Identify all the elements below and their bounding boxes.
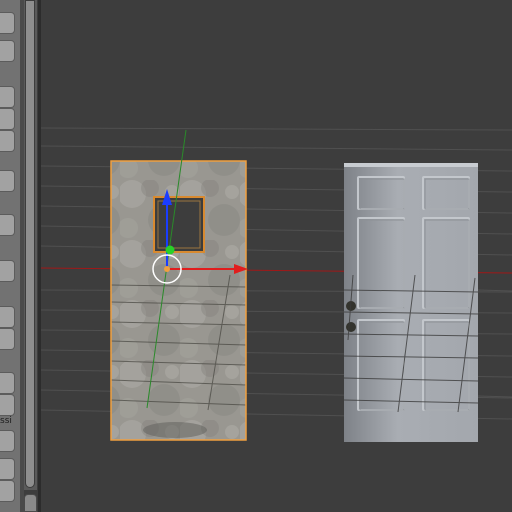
3d-viewport[interactable] (41, 0, 512, 512)
tool-shelf-button[interactable] (0, 458, 15, 480)
textured-plane-selected[interactable] (110, 160, 247, 441)
tool-shelf-button[interactable] (0, 430, 15, 452)
tool-shelf-button[interactable] (0, 170, 15, 192)
tool-shelf-button[interactable] (0, 130, 15, 152)
object-origin (164, 266, 170, 272)
door-plane[interactable] (343, 163, 479, 442)
tool-shelf-button[interactable] (0, 260, 15, 282)
tool-shelf-button[interactable] (0, 394, 15, 416)
tool-shelf-button[interactable] (0, 86, 15, 108)
tool-shelf-button[interactable] (0, 40, 15, 62)
tool-shelf-button[interactable] (0, 328, 15, 350)
tool-shelf-button[interactable] (0, 108, 15, 130)
door-lock (346, 322, 356, 332)
tool-shelf-button[interactable] (0, 214, 15, 236)
tool-shelf-button[interactable] (0, 372, 15, 394)
tool-shelf-button[interactable] (0, 306, 15, 328)
manipulator-y-handle[interactable] (165, 245, 175, 255)
tool-shelf-scrollbar[interactable] (25, 0, 35, 488)
tool-shelf-truncated-label: ssi (0, 416, 12, 426)
tool-shelf-button[interactable] (0, 12, 15, 34)
tool-shelf-button[interactable] (0, 480, 15, 502)
viewport-canvas[interactable] (41, 0, 512, 512)
tool-shelf-scroll-end[interactable] (24, 494, 37, 512)
